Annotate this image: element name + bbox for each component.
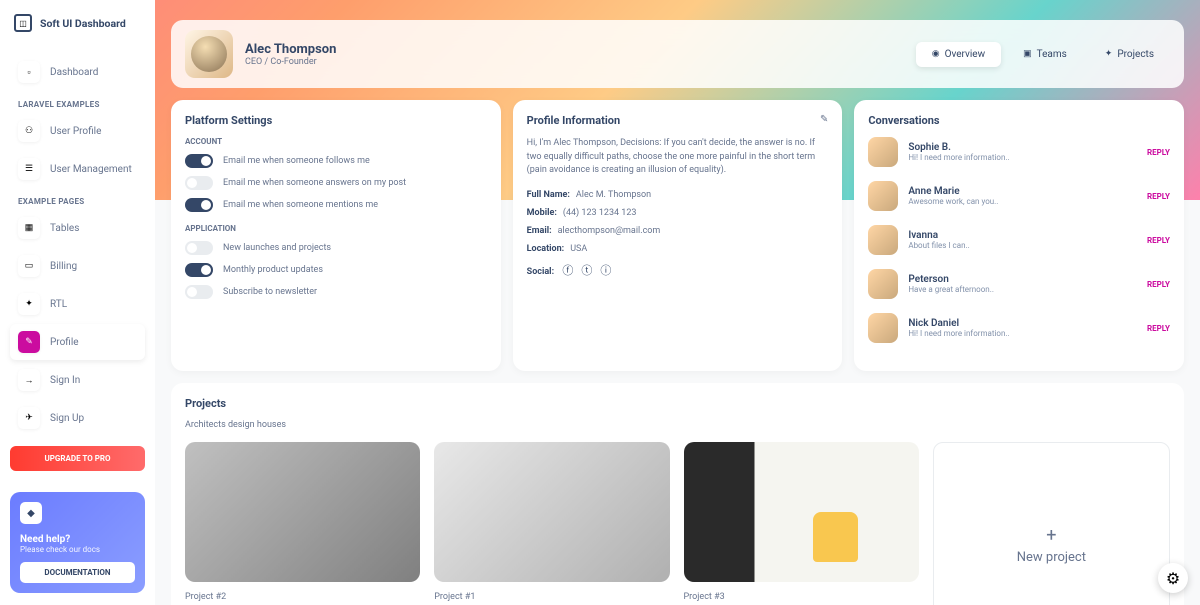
profile-header: Alec Thompson CEO / Co-Founder ◉Overview… [171, 20, 1184, 88]
toggle-launches[interactable] [185, 241, 213, 255]
email-value: alecthompson@mail.com [558, 226, 661, 236]
conversations-title: Conversations [868, 114, 1170, 127]
sidebar-item-billing[interactable]: ▭Billing [10, 248, 145, 284]
location-label: Location: [527, 244, 565, 254]
mobile-label: Mobile: [527, 208, 557, 218]
sidebar-item-signup[interactable]: ✈Sign Up [10, 400, 145, 436]
table-icon: ▦ [18, 217, 40, 239]
profile-name: Alec Thompson [245, 42, 336, 57]
profile-avatar[interactable] [185, 30, 233, 78]
profile-role: CEO / Co-Founder [245, 57, 336, 67]
reply-button[interactable]: REPLY [1147, 148, 1170, 157]
settings-title: Platform Settings [185, 114, 487, 127]
avatar[interactable] [868, 181, 898, 211]
toggle-monthly-updates[interactable] [185, 263, 213, 277]
conversation-item: IvannaAbout files I can..REPLY [868, 225, 1170, 255]
project-item[interactable]: Project #2 Modern As Uber works through … [185, 442, 420, 605]
projects-card: Projects Architects design houses Projec… [171, 383, 1184, 605]
conversations-card: Conversations Sophie B.Hi! I need more i… [854, 100, 1184, 371]
conversation-item: Sophie B.Hi! I need more information..RE… [868, 137, 1170, 167]
info-title: Profile Information [527, 114, 829, 127]
application-heading: APPLICATION [185, 224, 487, 233]
sidebar-item-user-profile[interactable]: ⚇User Profile [10, 113, 145, 149]
signin-icon: → [18, 369, 40, 391]
email-label: Email: [527, 226, 552, 236]
tab-teams[interactable]: ▣Teams [1007, 42, 1083, 67]
fullname-label: Full Name: [527, 190, 570, 200]
sidebar-item-profile[interactable]: ✎Profile [10, 324, 145, 360]
teams-icon: ▣ [1023, 49, 1032, 59]
plus-icon: + [1046, 525, 1056, 546]
social-label: Social: [527, 267, 554, 277]
conversation-item: PetersonHave a great afternoon..REPLY [868, 269, 1170, 299]
sidebar: ◫ Soft UI Dashboard ▫Dashboard LARAVEL E… [0, 0, 155, 605]
projects-title: Projects [185, 397, 1170, 410]
section-laravel: LARAVEL EXAMPLES [10, 92, 145, 113]
avatar[interactable] [868, 269, 898, 299]
facebook-icon[interactable]: ⓕ [562, 262, 573, 278]
user-icon: ⚇ [18, 120, 40, 142]
platform-settings-card: Platform Settings ACCOUNT Email me when … [171, 100, 501, 371]
location-value: USA [570, 244, 587, 254]
list-icon: ☰ [18, 158, 40, 180]
toggle-newsletter[interactable] [185, 285, 213, 299]
sidebar-item-rtl[interactable]: ✦RTL [10, 286, 145, 322]
reply-button[interactable]: REPLY [1147, 324, 1170, 333]
profile-bio: Hi, I'm Alec Thompson, Decisions: If you… [527, 137, 829, 178]
help-title: Need help? [20, 534, 135, 545]
toggle-follow-email[interactable] [185, 154, 213, 168]
new-project-button[interactable]: + New project [933, 442, 1170, 605]
brand-name: Soft UI Dashboard [40, 17, 126, 30]
avatar[interactable] [868, 225, 898, 255]
edit-icon[interactable]: ✎ [820, 114, 828, 125]
reply-button[interactable]: REPLY [1147, 192, 1170, 201]
sidebar-item-user-management[interactable]: ☰User Management [10, 151, 145, 187]
reply-button[interactable]: REPLY [1147, 236, 1170, 245]
conversation-item: Nick DanielHi! I need more information..… [868, 313, 1170, 343]
project-image [434, 442, 669, 582]
projects-icon: ✦ [1105, 49, 1113, 59]
header-tabs: ◉Overview ▣Teams ✦Projects [916, 42, 1170, 67]
avatar[interactable] [868, 313, 898, 343]
account-heading: ACCOUNT [185, 137, 487, 146]
project-item[interactable]: Project #1 Scandinavian Music is somethi… [434, 442, 669, 605]
instagram-icon[interactable]: ⓘ [600, 262, 611, 278]
tab-projects[interactable]: ✦Projects [1089, 42, 1170, 67]
toggle-answer-email[interactable] [185, 176, 213, 190]
profile-info-card: Profile Information ✎ Hi, I'm Alec Thomp… [513, 100, 843, 371]
logo-icon: ◫ [14, 14, 32, 32]
profile-icon: ✎ [18, 331, 40, 353]
gear-icon: ⚙ [1166, 569, 1180, 588]
twitter-icon[interactable]: ⓣ [581, 262, 592, 278]
cube-icon: ◉ [932, 49, 940, 59]
rocket-icon: ✈ [18, 407, 40, 429]
help-icon: ◆ [20, 502, 42, 524]
help-card: ◆ Need help? Please check our docs DOCUM… [10, 492, 145, 593]
mobile-value: (44) 123 1234 123 [563, 208, 637, 218]
projects-subtitle: Architects design houses [185, 420, 1170, 430]
sidebar-item-dashboard[interactable]: ▫Dashboard [10, 54, 145, 90]
help-subtitle: Please check our docs [20, 545, 135, 554]
section-example: EXAMPLE PAGES [10, 189, 145, 210]
upgrade-button[interactable]: UPGRADE TO PRO [10, 446, 145, 471]
avatar[interactable] [868, 137, 898, 167]
project-image [185, 442, 420, 582]
documentation-button[interactable]: DOCUMENTATION [20, 562, 135, 583]
fullname-value: Alec M. Thompson [576, 190, 651, 200]
rtl-icon: ✦ [18, 293, 40, 315]
sidebar-item-tables[interactable]: ▦Tables [10, 210, 145, 246]
tab-overview[interactable]: ◉Overview [916, 42, 1001, 67]
sidebar-item-signin[interactable]: →Sign In [10, 362, 145, 398]
card-icon: ▭ [18, 255, 40, 277]
settings-fab[interactable]: ⚙ [1158, 563, 1188, 593]
toggle-mention-email[interactable] [185, 198, 213, 212]
conversation-item: Anne MarieAwesome work, can you..REPLY [868, 181, 1170, 211]
brand-logo[interactable]: ◫ Soft UI Dashboard [10, 12, 145, 34]
reply-button[interactable]: REPLY [1147, 280, 1170, 289]
project-image [684, 442, 919, 582]
home-icon: ▫ [18, 61, 40, 83]
project-item[interactable]: Project #3 Minimalist Different people h… [684, 442, 919, 605]
